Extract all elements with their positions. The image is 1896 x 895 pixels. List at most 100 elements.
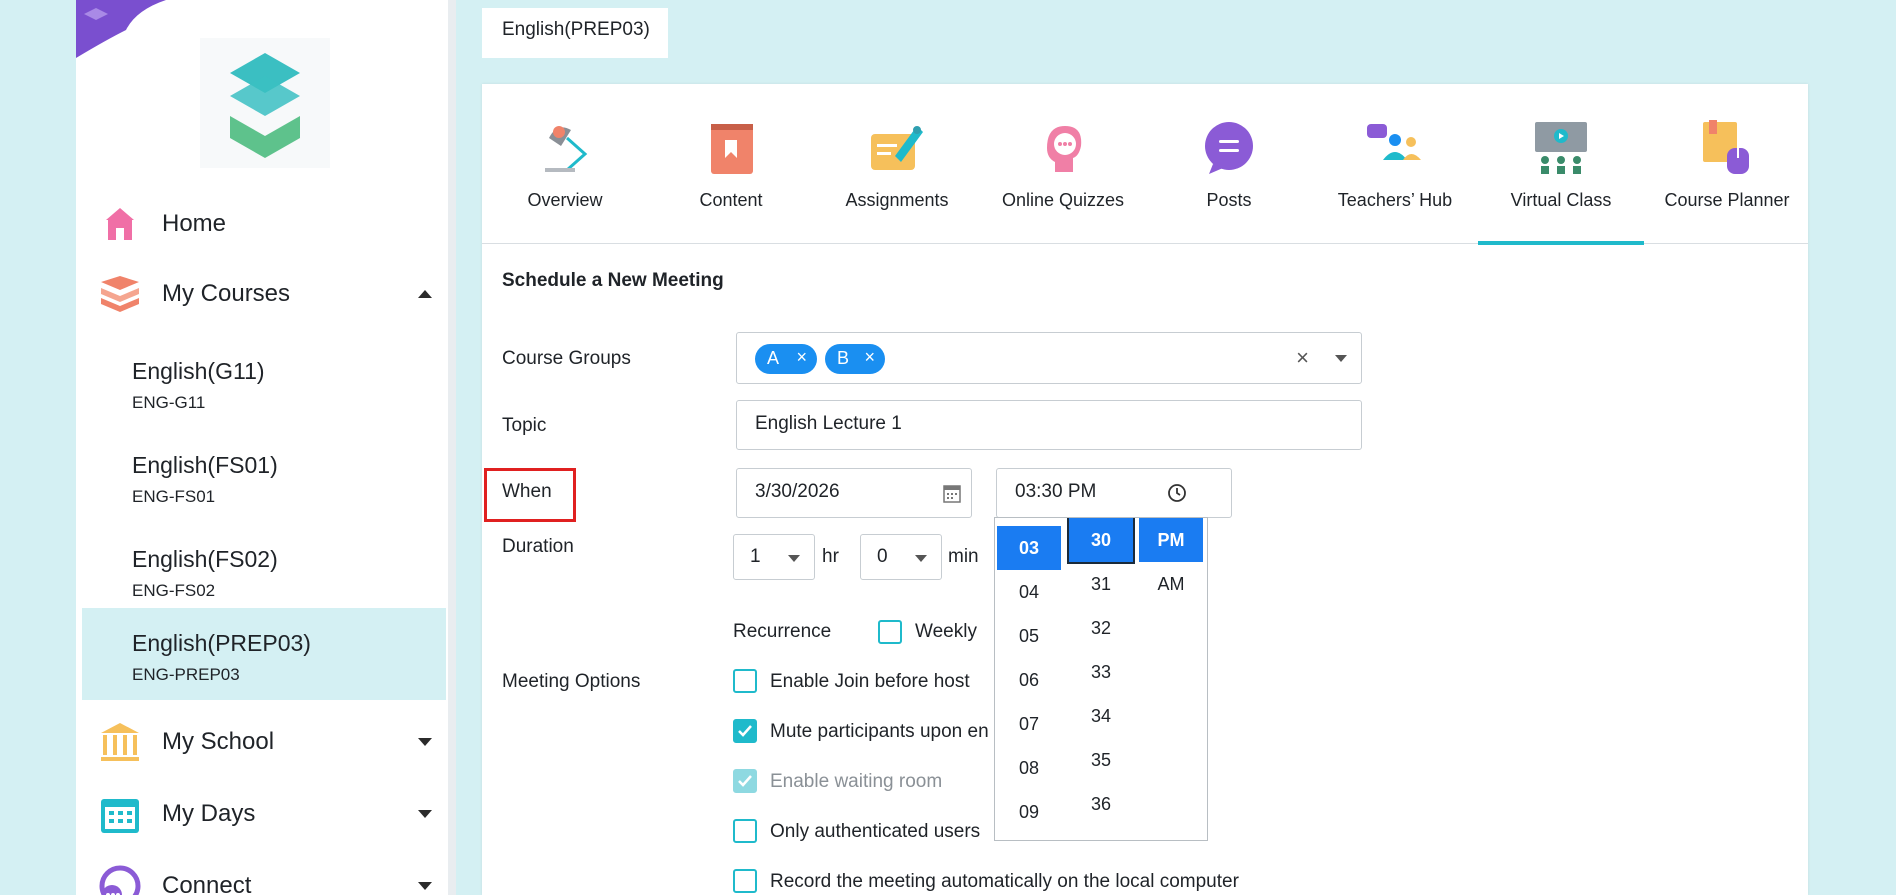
check-icon: [738, 775, 752, 787]
hours-select[interactable]: 1: [733, 534, 815, 580]
duration-label: Duration: [502, 536, 574, 557]
minutes-value: 0: [877, 546, 888, 567]
collapse-icon[interactable]: [418, 290, 432, 298]
breadcrumb[interactable]: English(PREP03): [482, 8, 668, 58]
sidebar-scrollbar[interactable]: [448, 0, 456, 895]
form-title: Schedule a New Meeting: [502, 270, 724, 291]
option-label: Enable Join before host: [770, 671, 970, 692]
nav-label: Home: [162, 210, 227, 237]
course-tabs: Overview Content Assignments Online Quiz…: [482, 84, 1810, 245]
time-input[interactable]: 03:30 PM: [996, 468, 1232, 518]
virtual-class-icon: [1535, 122, 1587, 174]
logo-icon: [200, 38, 330, 168]
expand-icon[interactable]: [418, 738, 432, 746]
minute-option[interactable]: 31: [1069, 562, 1133, 606]
nav-my-days[interactable]: My Days: [98, 784, 446, 844]
remove-chip-icon[interactable]: ×: [796, 347, 807, 368]
weekly-checkbox[interactable]: [878, 620, 902, 644]
minute-option[interactable]: 34: [1069, 694, 1133, 738]
date-value: 3/30/2026: [755, 481, 840, 502]
nav-my-courses[interactable]: My Courses: [98, 264, 446, 324]
minutes-unit: min: [948, 546, 979, 567]
nav-my-school[interactable]: My School: [98, 712, 446, 772]
topic-input[interactable]: English Lecture 1: [736, 400, 1362, 450]
mute-participants-checkbox[interactable]: [733, 719, 757, 743]
group-chip: B ×: [825, 344, 885, 374]
hour-option[interactable]: 08: [997, 746, 1061, 790]
tab-assignments[interactable]: Assignments: [814, 84, 980, 244]
hour-option[interactable]: 06: [997, 658, 1061, 702]
minute-option[interactable]: 32: [1069, 606, 1133, 650]
waiting-room-checkbox: [733, 769, 757, 793]
authenticated-users-checkbox[interactable]: [733, 819, 757, 843]
nav-home[interactable]: Home: [98, 194, 446, 254]
record-meeting-checkbox[interactable]: [733, 869, 757, 893]
pen-icon: [871, 126, 923, 170]
course-code: ENG-FS02: [132, 581, 216, 600]
chip-label: A: [767, 348, 780, 368]
chevron-down-icon[interactable]: [1335, 355, 1347, 362]
hour-option-selected[interactable]: 03: [997, 526, 1061, 570]
tab-label: Course Planner: [1664, 190, 1790, 210]
expand-icon[interactable]: [418, 810, 432, 818]
course-item[interactable]: English(G11) ENG-G11: [82, 336, 446, 428]
tab-online-quizzes[interactable]: Online Quizzes: [980, 84, 1146, 244]
minutes-select[interactable]: 0: [860, 534, 942, 580]
course-code: ENG-G11: [132, 393, 206, 412]
minute-option[interactable]: 36: [1069, 782, 1133, 826]
when-label: When: [502, 481, 552, 502]
period-option[interactable]: AM: [1139, 562, 1203, 606]
tab-content[interactable]: Content: [648, 84, 814, 244]
clock-icon[interactable]: [1167, 483, 1187, 503]
nav-label: Connect: [162, 872, 252, 895]
hour-option[interactable]: 09: [997, 790, 1061, 834]
teachers-icon: [1367, 124, 1421, 160]
tab-overview[interactable]: Overview: [482, 84, 648, 244]
clear-icon[interactable]: ×: [1296, 345, 1309, 371]
course-title: English(FS01): [132, 452, 278, 478]
tab-virtual-class[interactable]: Virtual Class: [1478, 84, 1644, 245]
remove-chip-icon[interactable]: ×: [864, 347, 875, 368]
home-icon: [98, 202, 142, 246]
expand-icon[interactable]: [418, 882, 432, 890]
calendar-icon[interactable]: [943, 483, 961, 503]
lamp-icon: [545, 126, 588, 172]
course-item-active[interactable]: English(PREP03) ENG-PREP03: [82, 608, 446, 700]
check-icon: [738, 725, 752, 737]
course-item[interactable]: English(FS02) ENG-FS02: [82, 524, 446, 616]
option-label: Mute participants upon en: [770, 721, 989, 742]
tab-teachers-hub[interactable]: Teachers’ Hub: [1312, 84, 1478, 244]
hour-option[interactable]: 07: [997, 702, 1061, 746]
time-picker-dropdown[interactable]: 03 04 05 06 07 08 09 30 31 32 33 34 35 3…: [994, 517, 1208, 841]
tab-label: Overview: [527, 190, 603, 210]
course-title: English(FS02): [132, 546, 278, 572]
books-icon: [98, 272, 142, 316]
chat-icon: [1205, 122, 1253, 174]
tab-posts[interactable]: Posts: [1146, 84, 1312, 244]
join-before-host-checkbox[interactable]: [733, 669, 757, 693]
course-title: English(G11): [132, 358, 265, 384]
sidebar: Home My Courses English(G11) ENG-G11 Eng…: [76, 0, 456, 895]
minute-option[interactable]: 35: [1069, 738, 1133, 782]
nav-label: My School: [162, 728, 275, 755]
nav-label: My Courses: [162, 280, 291, 307]
hour-option[interactable]: 05: [997, 614, 1061, 658]
chip-label: B: [837, 348, 850, 368]
hours-unit: hr: [822, 546, 839, 567]
course-code: ENG-FS01: [132, 487, 216, 506]
tab-label: Posts: [1206, 190, 1252, 210]
minute-option[interactable]: 33: [1069, 650, 1133, 694]
chevron-down-icon: [915, 555, 927, 562]
period-option-selected[interactable]: PM: [1139, 518, 1203, 562]
calendar-icon: [98, 792, 142, 836]
minute-option-selected[interactable]: 30: [1067, 518, 1135, 564]
course-groups-select[interactable]: A × B × ×: [736, 332, 1362, 384]
course-item[interactable]: English(FS01) ENG-FS01: [82, 430, 446, 522]
tab-course-planner[interactable]: Course Planner: [1644, 84, 1810, 244]
corner-ribbon-icon: [76, 0, 166, 58]
tab-label: Teachers’ Hub: [1337, 190, 1453, 210]
hour-option[interactable]: 04: [997, 570, 1061, 614]
meeting-options-label: Meeting Options: [502, 671, 641, 692]
nav-connect[interactable]: Connect: [98, 856, 446, 895]
date-input[interactable]: 3/30/2026: [736, 468, 972, 518]
